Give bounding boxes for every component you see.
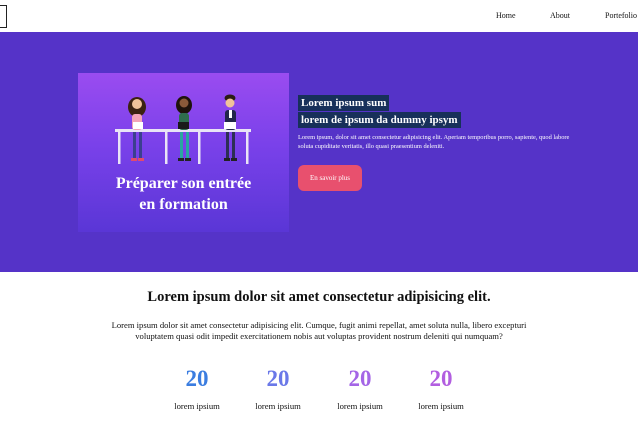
hero-card-title-line2: en formation: [139, 196, 228, 213]
hero-description: Lorem ipsum, dolor sit amet consectetur …: [298, 134, 570, 150]
nav-portfolio-link[interactable]: Portefolio: [605, 11, 637, 20]
stat-value: 20: [429, 366, 453, 391]
hero-heading-line2: lorem de ipsum da dummy ipsym: [298, 112, 461, 128]
hero-illustration-card: Préparer son entrée en formation: [78, 73, 289, 232]
people-at-desk-illustration: [115, 94, 251, 164]
stat-label: lorem ipsium: [174, 401, 220, 411]
stat-item: 20 lorem ipsium: [167, 365, 227, 411]
stat-label: lorem ipsium: [255, 401, 301, 411]
hero-card-title: Préparer son entrée en formation: [78, 173, 289, 215]
hero-section: Préparer son entrée en formation Lorem i…: [0, 32, 638, 272]
stat-value: 20: [348, 366, 372, 391]
nav-home-link[interactable]: Home: [496, 11, 516, 20]
stat-value: 20: [266, 366, 290, 391]
logo-box[interactable]: [0, 5, 7, 28]
stat-item: 20 lorem ipsium: [411, 365, 471, 411]
stat-label: lorem ipsium: [418, 401, 464, 411]
hero-card-title-line1: Préparer son entrée: [115, 175, 252, 192]
hero-heading-line1: Lorem ipsum sum: [298, 95, 390, 111]
stat-value: 20: [185, 366, 209, 391]
stat-label: lorem ipsium: [337, 401, 383, 411]
stat-item: 20 lorem ipsium: [248, 365, 308, 411]
section-description: Lorem ipsum dolor sit amet consectetur a…: [111, 320, 527, 341]
learn-more-button[interactable]: En savoir plus: [298, 165, 362, 191]
section-title: Lorem ipsum dolor sit amet consectetur a…: [147, 289, 491, 305]
nav-about-link[interactable]: About: [550, 11, 570, 20]
stat-item: 20 lorem ipsium: [330, 365, 390, 411]
navbar: Home About Portefolio: [0, 0, 638, 32]
